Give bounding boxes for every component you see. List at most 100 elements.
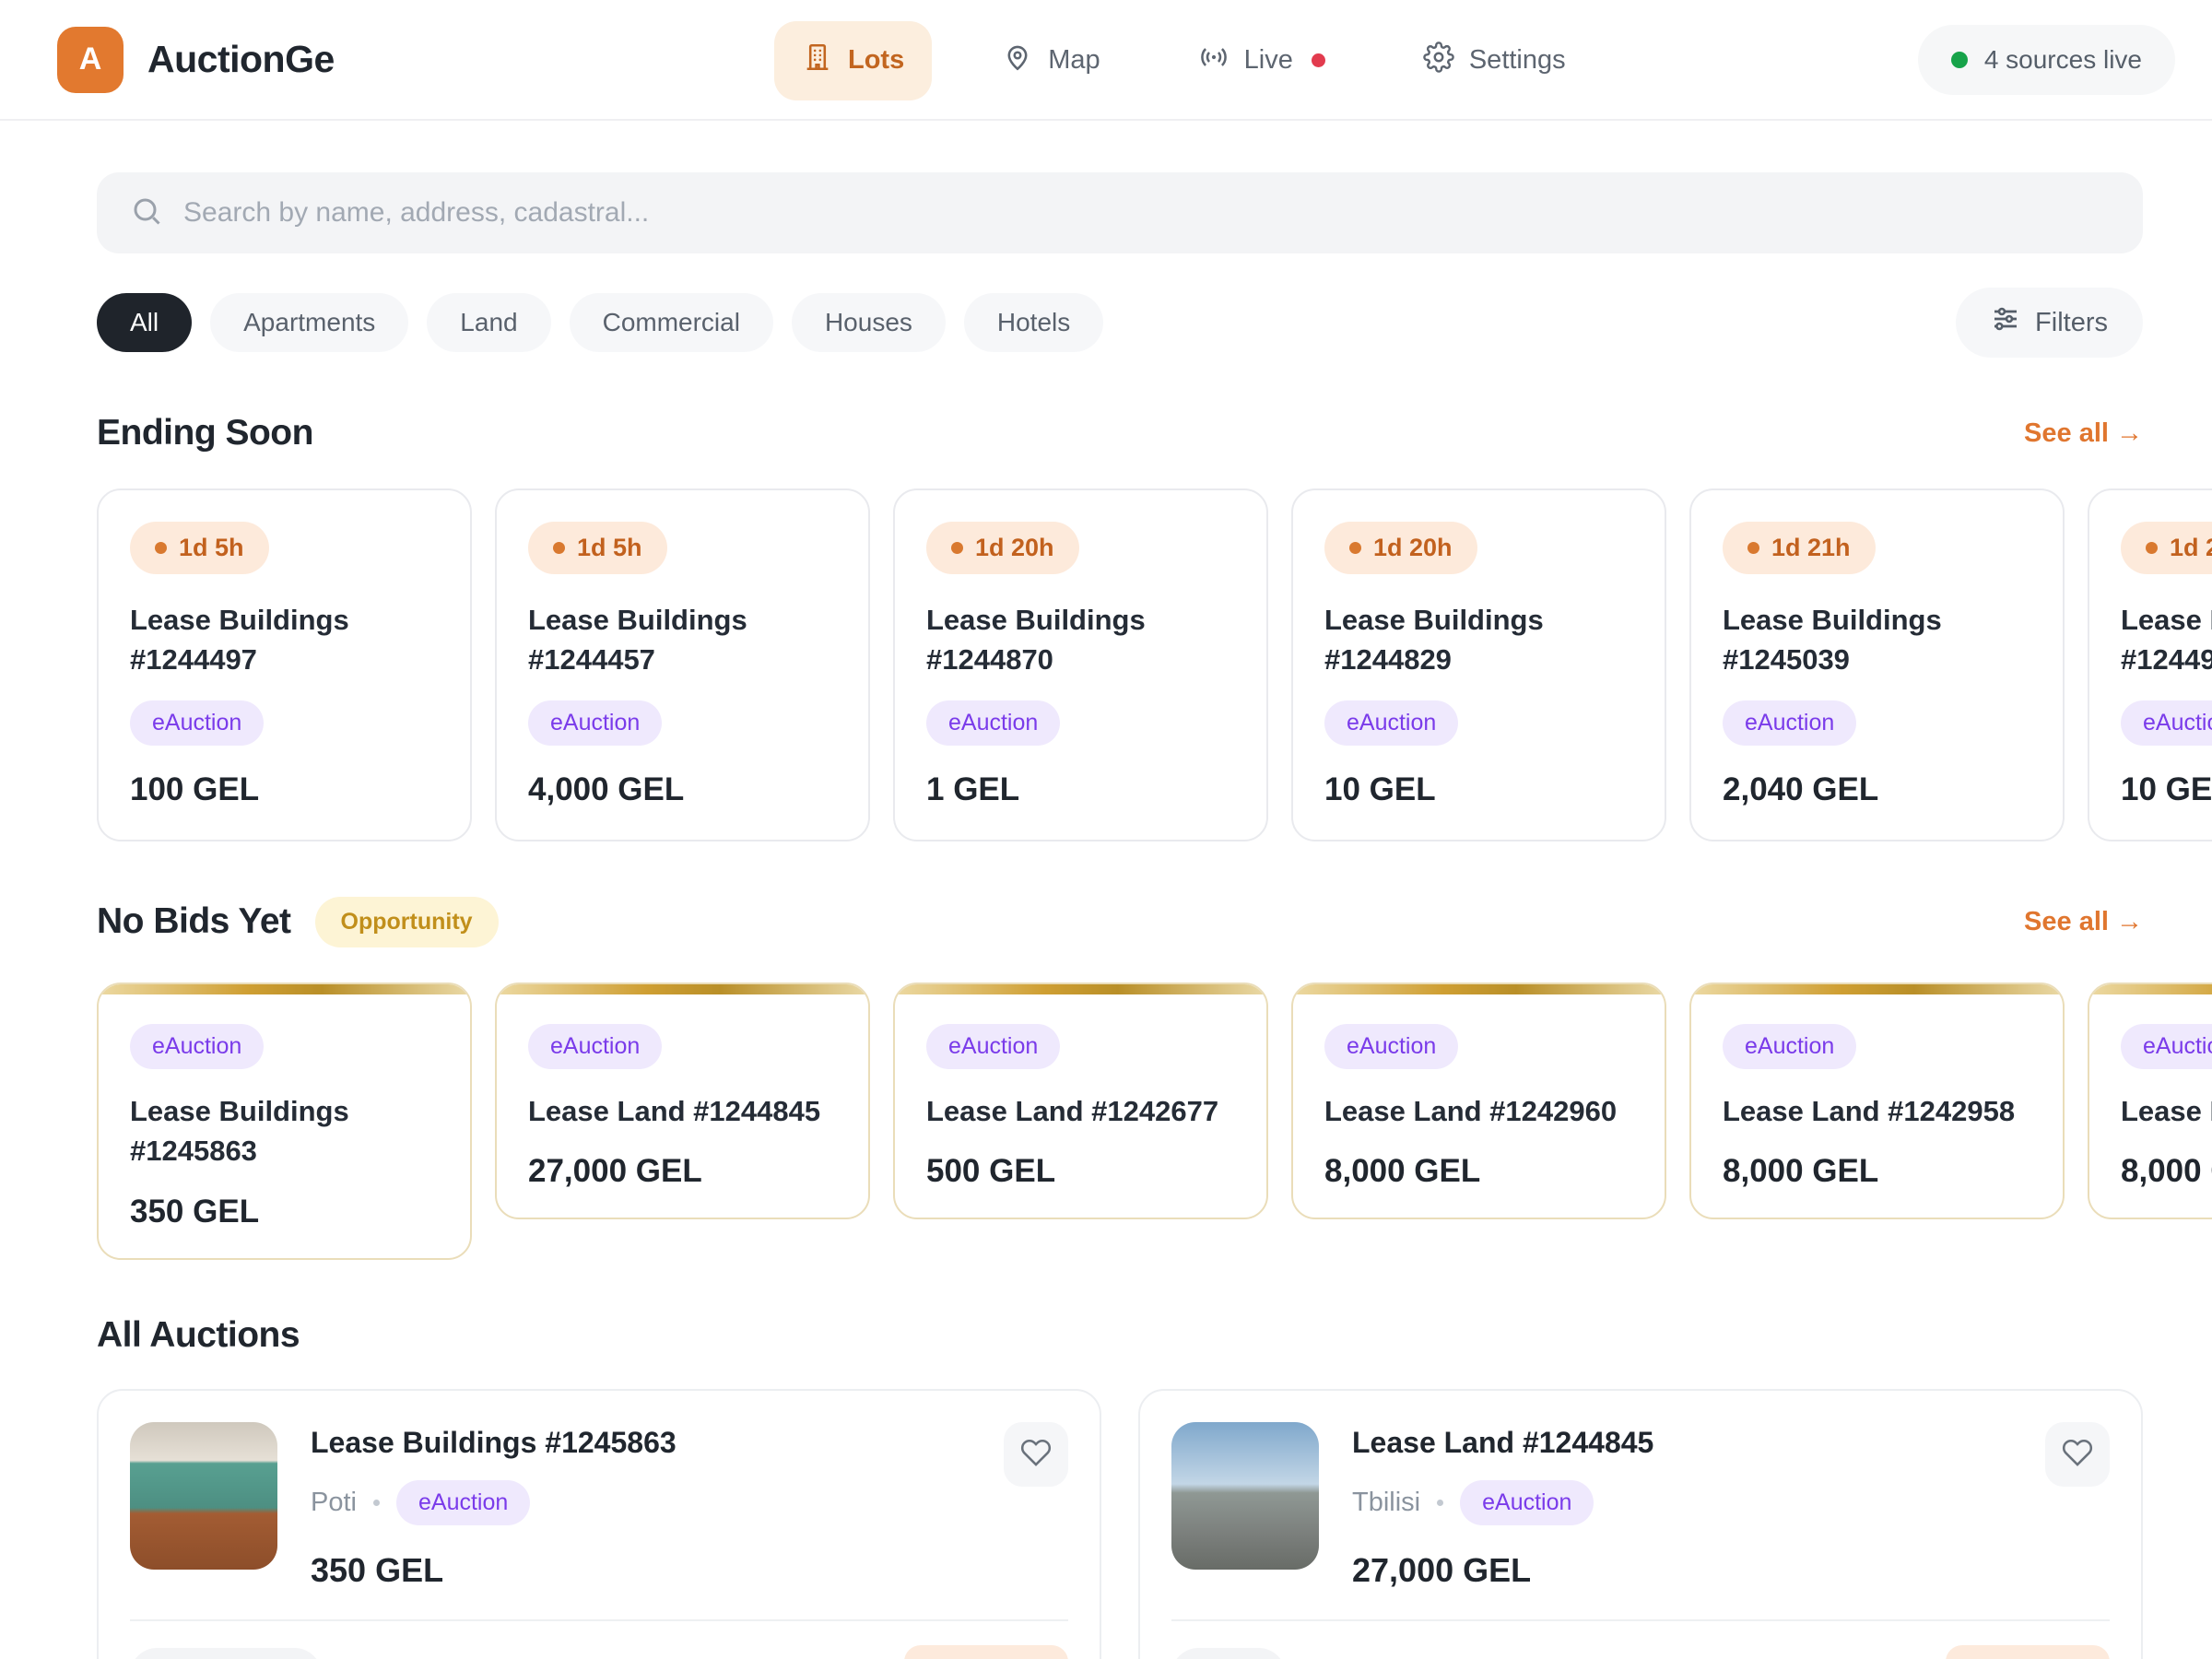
orange-dot-icon xyxy=(2146,542,2158,554)
auction-card[interactable]: 1d 20h Lease Buildings #1244829 eAuction… xyxy=(1291,488,1666,841)
eauction-badge: eAuction xyxy=(926,1024,1060,1069)
card-title: Lease Buildings #1245039 xyxy=(1723,600,2031,680)
time-left-badge: 1d 20h xyxy=(1324,522,1477,574)
heart-icon xyxy=(2062,1437,2093,1471)
nav-label: Map xyxy=(1048,45,1100,76)
eauction-badge: eAuction xyxy=(1460,1480,1594,1525)
auction-card[interactable]: Lease Land #1244845 Tbilisi eAuction 27,… xyxy=(1138,1389,2143,1659)
chip-hotels[interactable]: Hotels xyxy=(964,293,1103,352)
card-price: 27,000 GEL xyxy=(528,1153,837,1190)
eauction-badge: eAuction xyxy=(1723,700,1856,746)
nav-item-settings[interactable]: Settings xyxy=(1395,21,1594,100)
card-price: 8,000 GEL xyxy=(1723,1153,2031,1190)
auction-card[interactable]: eAuction Lease Land #1242958 8,000 GEL xyxy=(1689,982,2065,1219)
divider xyxy=(1171,1619,2110,1621)
eauction-badge: eAuction xyxy=(130,700,264,746)
favorite-button[interactable] xyxy=(2045,1422,2110,1487)
live-indicator-dot xyxy=(1312,53,1325,67)
card-title: Lease Land #1242960 xyxy=(1324,1091,1633,1131)
orange-dot-icon xyxy=(155,542,167,554)
card-title: Lease Land #1242959 xyxy=(2121,1091,2212,1131)
auction-card[interactable]: 1d 5h Lease Buildings #1244457 eAuction … xyxy=(495,488,870,841)
card-title: Lease Land #1242958 xyxy=(1723,1091,2031,1131)
card-title: Lease Buildings #1244457 xyxy=(528,600,837,680)
chip-apartments[interactable]: Apartments xyxy=(210,293,408,352)
green-status-dot xyxy=(1951,52,1968,68)
card-title: Lease Buildings #1244497 xyxy=(130,600,439,680)
brand-logo-icon: A xyxy=(57,27,124,93)
time-left-badge: 1d 21h xyxy=(2121,522,2212,574)
see-all-link[interactable]: See all → xyxy=(2024,907,2143,937)
orange-dot-icon xyxy=(951,542,963,554)
auction-card[interactable]: eAuction Lease Land #1242677 500 GEL xyxy=(893,982,1268,1219)
status-label: 4 sources live xyxy=(1984,45,2142,75)
separator-dot xyxy=(373,1500,380,1506)
divider xyxy=(130,1619,1068,1621)
gear-icon xyxy=(1423,41,1454,80)
live-sources-status: 4 sources live xyxy=(1918,25,2175,95)
nav-label: Live xyxy=(1244,45,1293,76)
card-price: 100 GEL xyxy=(130,771,439,808)
gold-accent-bar xyxy=(1691,984,2063,994)
card-location: Tbilisi xyxy=(1352,1488,1420,1518)
auction-card[interactable]: eAuction Lease Buildings #1245863 350 GE… xyxy=(97,982,472,1260)
nav-item-map[interactable]: Map xyxy=(974,21,1127,100)
orange-dot-icon xyxy=(1747,542,1759,554)
chip-commercial[interactable]: Commercial xyxy=(570,293,773,352)
nav-label: Lots xyxy=(848,45,904,76)
brand[interactable]: A AuctionGe xyxy=(57,27,335,93)
nav-item-live[interactable]: Live xyxy=(1171,21,1353,100)
listing-photo xyxy=(1171,1422,1319,1570)
auction-card[interactable]: eAuction Lease Land #1244845 27,000 GEL xyxy=(495,982,870,1219)
nav-label: Settings xyxy=(1469,45,1566,76)
auction-card[interactable]: 1d 5h Lease Buildings #1244497 eAuction … xyxy=(97,488,472,841)
brand-name: AuctionGe xyxy=(147,38,335,81)
building-icon xyxy=(802,41,833,80)
opportunity-badge: Opportunity xyxy=(315,897,499,947)
section-title: All Auctions xyxy=(97,1315,300,1356)
card-price: 8,000 GEL xyxy=(1324,1153,1633,1190)
eauction-badge: eAuction xyxy=(528,700,662,746)
eauction-badge: eAuction xyxy=(1324,700,1458,746)
eauction-badge: eAuction xyxy=(926,700,1060,746)
time-left-badge: 1d 21h xyxy=(1723,522,1876,574)
card-title: Lease Land #1242677 xyxy=(926,1091,1235,1131)
section-title: No Bids Yet xyxy=(97,901,291,942)
orange-dot-icon xyxy=(1349,542,1361,554)
card-price: 10 GEL xyxy=(2121,771,2212,808)
heart-icon xyxy=(1020,1437,1052,1471)
search-input[interactable] xyxy=(183,197,2110,229)
time-left-badge: 1d 5h xyxy=(130,522,269,574)
card-price: 2,040 GEL xyxy=(1723,771,2031,808)
category-filter-row: All Apartments Land Commercial Houses Ho… xyxy=(97,288,2143,358)
card-price: 10 GEL xyxy=(1324,771,1633,808)
card-title: Lease Buildings #1245863 xyxy=(130,1091,439,1171)
auction-card[interactable]: 1d 21h Lease Buildings #1244916 eAuction… xyxy=(2088,488,2212,841)
auction-card[interactable]: eAuction Lease Land #1242959 8,000 GEL xyxy=(2088,982,2212,1219)
time-left-badge: 1d 20h xyxy=(926,522,1079,574)
time-left-badge: 1d 5h xyxy=(528,522,667,574)
chip-all[interactable]: All xyxy=(97,293,192,352)
nav-item-lots[interactable]: Lots xyxy=(774,21,932,100)
listing-photo xyxy=(130,1422,277,1570)
chip-land[interactable]: Land xyxy=(427,293,550,352)
filters-button[interactable]: Filters xyxy=(1956,288,2143,358)
gold-accent-bar xyxy=(2089,984,2212,994)
chip-houses[interactable]: Houses xyxy=(792,293,946,352)
card-title: Lease Buildings #1244916 xyxy=(2121,600,2212,680)
top-bar: A AuctionGe Lots Map Live Settings 4 sou… xyxy=(0,0,2212,121)
main-nav: Lots Map Live Settings xyxy=(774,0,1594,121)
favorite-button[interactable] xyxy=(1004,1422,1068,1487)
card-price: 350 GEL xyxy=(311,1551,971,1590)
eauction-badge: eAuction xyxy=(2121,1024,2212,1069)
orange-dot-icon xyxy=(553,542,565,554)
auction-card[interactable]: eAuction Lease Land #1242960 8,000 GEL xyxy=(1291,982,1666,1219)
card-price: 4,000 GEL xyxy=(528,771,837,808)
see-all-link[interactable]: See all → xyxy=(2024,418,2143,449)
time-left-badge: 9d 3h xyxy=(904,1645,1068,1659)
auction-card[interactable]: Lease Buildings #1245863 Poti eAuction 3… xyxy=(97,1389,1101,1659)
gold-accent-bar xyxy=(497,984,868,994)
auction-card[interactable]: 1d 20h Lease Buildings #1244870 eAuction… xyxy=(893,488,1268,841)
map-pin-icon xyxy=(1002,41,1033,80)
auction-card[interactable]: 1d 21h Lease Buildings #1245039 eAuction… xyxy=(1689,488,2065,841)
